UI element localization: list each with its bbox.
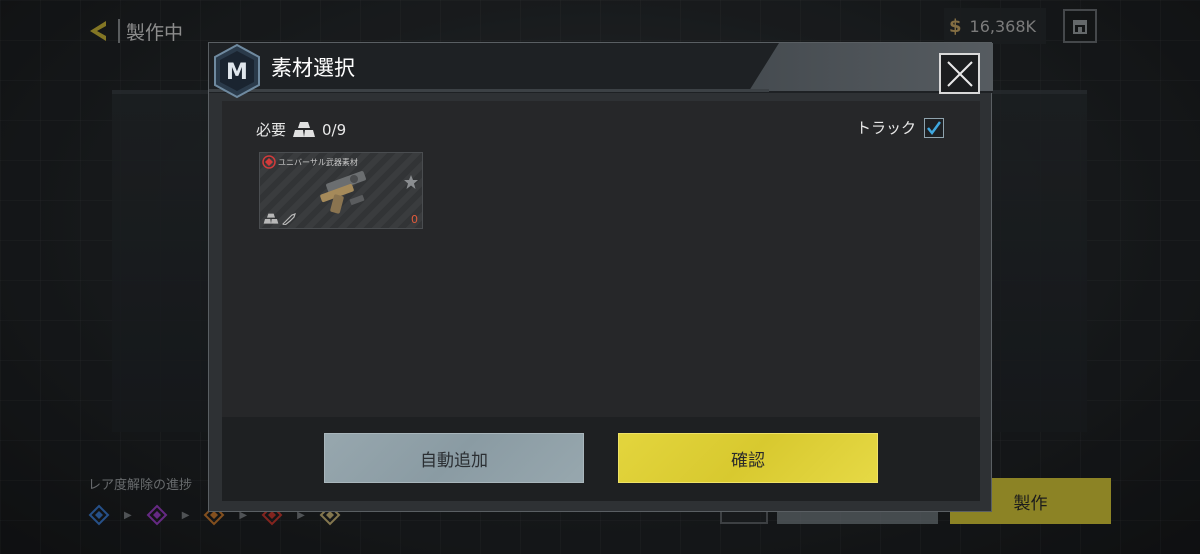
material-ingot-icon bbox=[263, 213, 279, 224]
weapon-tag-icon bbox=[282, 213, 296, 225]
close-button[interactable] bbox=[939, 53, 980, 94]
modal-body: 必要 0/9 トラック ユニバーサル武器素材 0 bbox=[222, 101, 980, 417]
auto-add-button[interactable]: 自動追加 bbox=[324, 433, 584, 483]
required-count: 0/9 bbox=[322, 120, 347, 139]
material-ingot-icon bbox=[293, 121, 316, 137]
header-underline bbox=[209, 89, 769, 92]
modal-title: 素材選択 bbox=[271, 56, 355, 80]
item-count: 0 bbox=[411, 213, 418, 226]
required-label: 必要 bbox=[256, 121, 287, 139]
material-item-card[interactable]: ユニバーサル武器素材 0 bbox=[259, 152, 423, 229]
track-checkbox[interactable] bbox=[924, 117, 944, 138]
rarity-badge-icon bbox=[262, 155, 276, 169]
track-toggle[interactable]: トラック bbox=[856, 117, 944, 138]
item-tags bbox=[263, 213, 296, 225]
logo-letter: M bbox=[226, 60, 248, 85]
game-logo-icon: M bbox=[214, 43, 260, 99]
star-icon[interactable] bbox=[403, 174, 419, 190]
weapon-parts-icon bbox=[320, 171, 366, 214]
confirm-button[interactable]: 確認 bbox=[618, 433, 878, 483]
checkmark-icon bbox=[927, 120, 942, 135]
track-label: トラック bbox=[855, 119, 916, 137]
required-materials: 必要 0/9 bbox=[256, 119, 346, 140]
close-icon bbox=[946, 60, 973, 87]
modal-footer: 自動追加 確認 bbox=[222, 417, 980, 501]
modal-header: M 素材選択 bbox=[209, 43, 993, 99]
material-select-modal: M 素材選択 必要 0/9 トラック ユニバーサル武器素材 0 自動追加 確認 bbox=[208, 42, 993, 512]
